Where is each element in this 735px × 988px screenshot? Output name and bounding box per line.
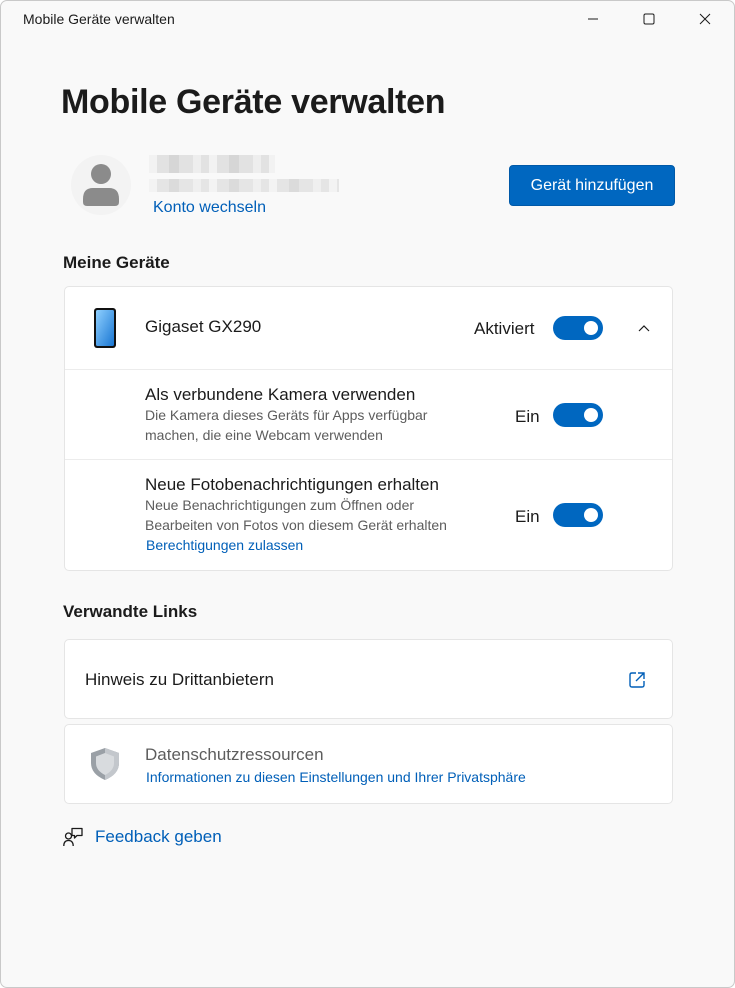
phone-icon [94,308,116,348]
chevron-up-icon[interactable] [638,324,650,332]
device-name: Gigaset GX290 [145,317,262,336]
page-title: Mobile Geräte verwalten [61,83,446,121]
title-bar: Mobile Geräte verwalten [1,1,734,37]
option-description: Die Kamera dieses Geräts für Apps verfüg… [145,407,428,443]
external-link-icon [629,672,645,688]
toggle-knob [584,321,598,335]
account-email-redacted [149,179,339,192]
option-state-label: Ein [515,507,540,526]
third-party-notice-label: Hinweis zu Drittanbietern [85,670,274,689]
app-window: Mobile Geräte verwalten Mobile Geräte ve… [0,0,735,988]
device-status-label: Aktiviert [474,319,535,338]
option-title: Als verbundene Kamera verwenden [145,385,416,404]
shield-icon [91,748,119,780]
maximize-icon [643,13,655,25]
devices-card: Gigaset GX290 Aktiviert Als verbundene K… [64,286,673,571]
feedback-label: Feedback geben [95,827,222,846]
avatar-icon [71,155,131,215]
privacy-info-link[interactable]: Informationen zu diesen Einstellungen un… [146,769,526,785]
related-links-heading: Verwandte Links [63,602,198,621]
photo-notifications-option: Neue Fotobenachrichtigungen erhalten Neu… [65,460,672,570]
close-button[interactable] [677,1,733,37]
option-state-label: Ein [515,407,540,426]
option-title: Neue Fotobenachrichtigungen erhalten [145,475,439,494]
privacy-resources-title: Datenschutzressourcen [145,745,324,764]
privacy-resources-card: Datenschutzressourcen Informationen zu d… [64,724,673,804]
feedback-icon [63,827,83,847]
option-description: Neue Benachrichtigungen zum Öffnen oder … [145,497,447,533]
window-title: Mobile Geräte verwalten [23,11,175,27]
device-row[interactable]: Gigaset GX290 Aktiviert [65,287,672,369]
connected-camera-option: Als verbundene Kamera verwenden Die Kame… [65,370,672,459]
toggle-knob [584,408,598,422]
minimize-icon [588,18,598,20]
allow-permissions-link[interactable]: Berechtigungen zulassen [146,537,303,553]
my-devices-heading: Meine Geräte [63,253,170,272]
connected-camera-toggle[interactable] [553,403,603,427]
avatar [71,151,131,219]
maximize-button[interactable] [621,1,677,37]
account-name-redacted [149,155,275,173]
device-enabled-toggle[interactable] [553,316,603,340]
photo-notifications-toggle[interactable] [553,503,603,527]
switch-account-link[interactable]: Konto wechseln [153,199,266,217]
feedback-link[interactable]: Feedback geben [63,827,222,847]
add-device-button[interactable]: Gerät hinzufügen [509,165,675,206]
minimize-button[interactable] [565,1,621,37]
third-party-notice-link[interactable]: Hinweis zu Drittanbietern [64,639,673,719]
close-icon [699,13,711,25]
toggle-knob [584,508,598,522]
